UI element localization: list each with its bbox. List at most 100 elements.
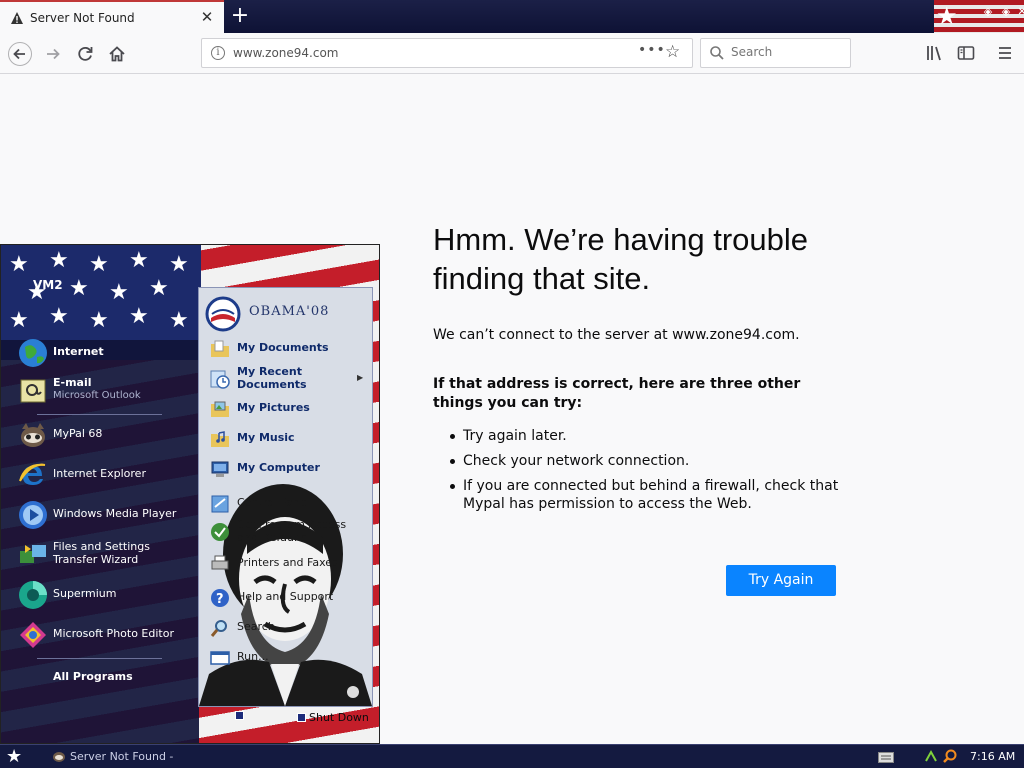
error-title: Hmm. We’re having trouble finding that s… [433, 222, 809, 296]
start-item-internet-explorer[interactable]: Internet Explorer [15, 457, 195, 493]
documents-folder-icon [211, 340, 229, 357]
start-item-supermium[interactable]: Supermium [15, 577, 195, 613]
forward-icon[interactable] [40, 41, 66, 67]
svg-text:★: ★ [129, 304, 149, 329]
start-item-label: Supermium [53, 587, 117, 600]
network-icon[interactable] [924, 749, 938, 763]
program-defaults-icon [211, 523, 229, 541]
maximize-icon[interactable]: ◈ [998, 4, 1014, 20]
transfer-wizard-icon [20, 545, 46, 563]
user-name: VM2 [33, 278, 63, 292]
start-item-label: Help and Support [237, 590, 334, 603]
start-item-my-documents[interactable]: My Documents [207, 335, 367, 361]
bookmark-star-icon[interactable]: ☆ [665, 42, 680, 62]
email-icon [20, 379, 46, 403]
page-actions-icon[interactable]: ••• [638, 42, 666, 58]
svg-text:★: ★ [49, 248, 69, 273]
submenu-arrow-icon: ▶ [357, 373, 364, 382]
svg-text:★: ★ [129, 248, 149, 273]
start-item-label: Set Program Access and Defaults [237, 518, 347, 544]
start-item-email[interactable]: E-mail Microsoft Outlook [15, 373, 195, 409]
start-menu: ★ ★ ★ ★ ★ ★ ★ ★ ★ ★ ★ ★ ★ ★ VM2 Internet E-mail Mic… [0, 244, 380, 744]
close-window-icon[interactable]: ✕ [1014, 4, 1024, 20]
start-item-transfer-wizard[interactable]: Files and Settings Transfer Wizard [15, 537, 195, 573]
start-item-label: Run... [237, 650, 269, 663]
tab-server-not-found[interactable]: Server Not Found ✕ [0, 0, 224, 33]
svg-text:★: ★ [9, 308, 29, 333]
warning-icon [11, 12, 23, 24]
divider [37, 658, 162, 659]
start-item-my-recent-documents[interactable]: My Recent Documents [207, 365, 367, 391]
start-item-my-music[interactable]: My Music [207, 425, 367, 451]
reload-icon[interactable] [72, 41, 98, 67]
list-item: If you are connected but behind a firewa… [448, 477, 848, 513]
svg-text:★: ★ [89, 308, 109, 333]
search-input[interactable] [731, 45, 841, 59]
shut-down-label: Shut Down [309, 711, 369, 724]
start-button[interactable]: ★ [6, 747, 26, 767]
start-item-photo-editor[interactable]: Microsoft Photo Editor [15, 617, 195, 653]
start-item-printers[interactable]: Printers and Faxes [207, 550, 367, 576]
start-item-media-player[interactable]: Windows Media Player [15, 497, 195, 533]
tab-close-icon[interactable]: ✕ [198, 8, 216, 26]
start-item-label: Control Panel [237, 496, 310, 509]
globe-icon [19, 339, 47, 367]
new-tab-icon[interactable]: + [228, 4, 252, 28]
clock: 7:16 AM [970, 750, 1016, 763]
divider [37, 414, 162, 415]
start-item-help[interactable]: ? Help and Support [207, 584, 367, 610]
site-info-icon[interactable]: i [211, 46, 225, 60]
sidebar-icon[interactable] [954, 41, 978, 65]
search-icon [710, 46, 724, 60]
all-programs-button[interactable]: All Programs [53, 670, 133, 683]
start-item-label: Search [237, 620, 275, 633]
start-item-run[interactable]: Run... [207, 644, 367, 670]
control-panel-icon [211, 495, 229, 513]
tab-title: Server Not Found [30, 11, 135, 25]
svg-text:★: ★ [89, 252, 109, 277]
svg-text:★: ★ [9, 252, 29, 277]
log-off-icon[interactable] [235, 711, 244, 720]
list-item: Check your network connection. [448, 452, 848, 470]
url-text[interactable]: www.zone94.com [233, 46, 339, 60]
shut-down-button[interactable]: Shut Down [297, 711, 377, 727]
start-item-my-computer[interactable]: My Computer [207, 455, 367, 481]
start-item-label: Internet [53, 345, 104, 358]
tab-strip: ★ ◈ ◈ ✕ Server Not Found ✕ + [0, 0, 1024, 33]
keyboard-icon[interactable] [878, 752, 894, 763]
recent-documents-icon [210, 370, 230, 389]
media-player-icon [19, 501, 47, 529]
minimize-icon[interactable]: ◈ [980, 4, 996, 20]
start-item-label: My Computer [237, 461, 320, 474]
start-item-program-defaults[interactable]: Set Program Access and Defaults [207, 518, 367, 544]
svg-text:★: ★ [109, 280, 129, 305]
run-icon [210, 651, 230, 665]
menu-icon[interactable] [993, 41, 1017, 65]
computer-icon [211, 461, 229, 477]
start-item-search[interactable]: Search [207, 614, 367, 640]
start-item-label: Printers and Faxes [237, 556, 338, 569]
start-item-control-panel[interactable]: Control Panel [207, 490, 367, 516]
error-subtitle: If that address is correct, here are thr… [433, 376, 801, 411]
music-folder-icon [211, 431, 229, 447]
url-bar[interactable]: i www.zone94.com ••• ☆ [201, 38, 693, 68]
start-item-mypal[interactable]: MyPal 68 [15, 417, 195, 453]
search-icon [210, 620, 227, 637]
home-icon[interactable] [104, 41, 130, 67]
help-icon: ? [211, 589, 229, 607]
back-icon[interactable] [7, 41, 33, 67]
taskbar-item-browser[interactable]: Server Not Found - ... [48, 747, 180, 768]
library-icon[interactable] [923, 41, 947, 65]
search-tray-icon[interactable] [942, 748, 958, 764]
search-bar[interactable] [700, 38, 851, 68]
mypal-icon [53, 752, 65, 762]
ie-icon [19, 463, 46, 485]
start-item-label: My Pictures [237, 401, 310, 414]
nav-toolbar: i www.zone94.com ••• ☆ [0, 33, 1024, 74]
start-item-label: Windows Media Player [53, 507, 177, 520]
start-item-internet[interactable]: Internet [15, 335, 195, 371]
svg-text:?: ? [216, 592, 224, 607]
start-item-my-pictures[interactable]: My Pictures [207, 395, 367, 421]
try-again-button[interactable]: Try Again [726, 565, 836, 596]
start-item-label: My Recent Documents [237, 365, 307, 391]
